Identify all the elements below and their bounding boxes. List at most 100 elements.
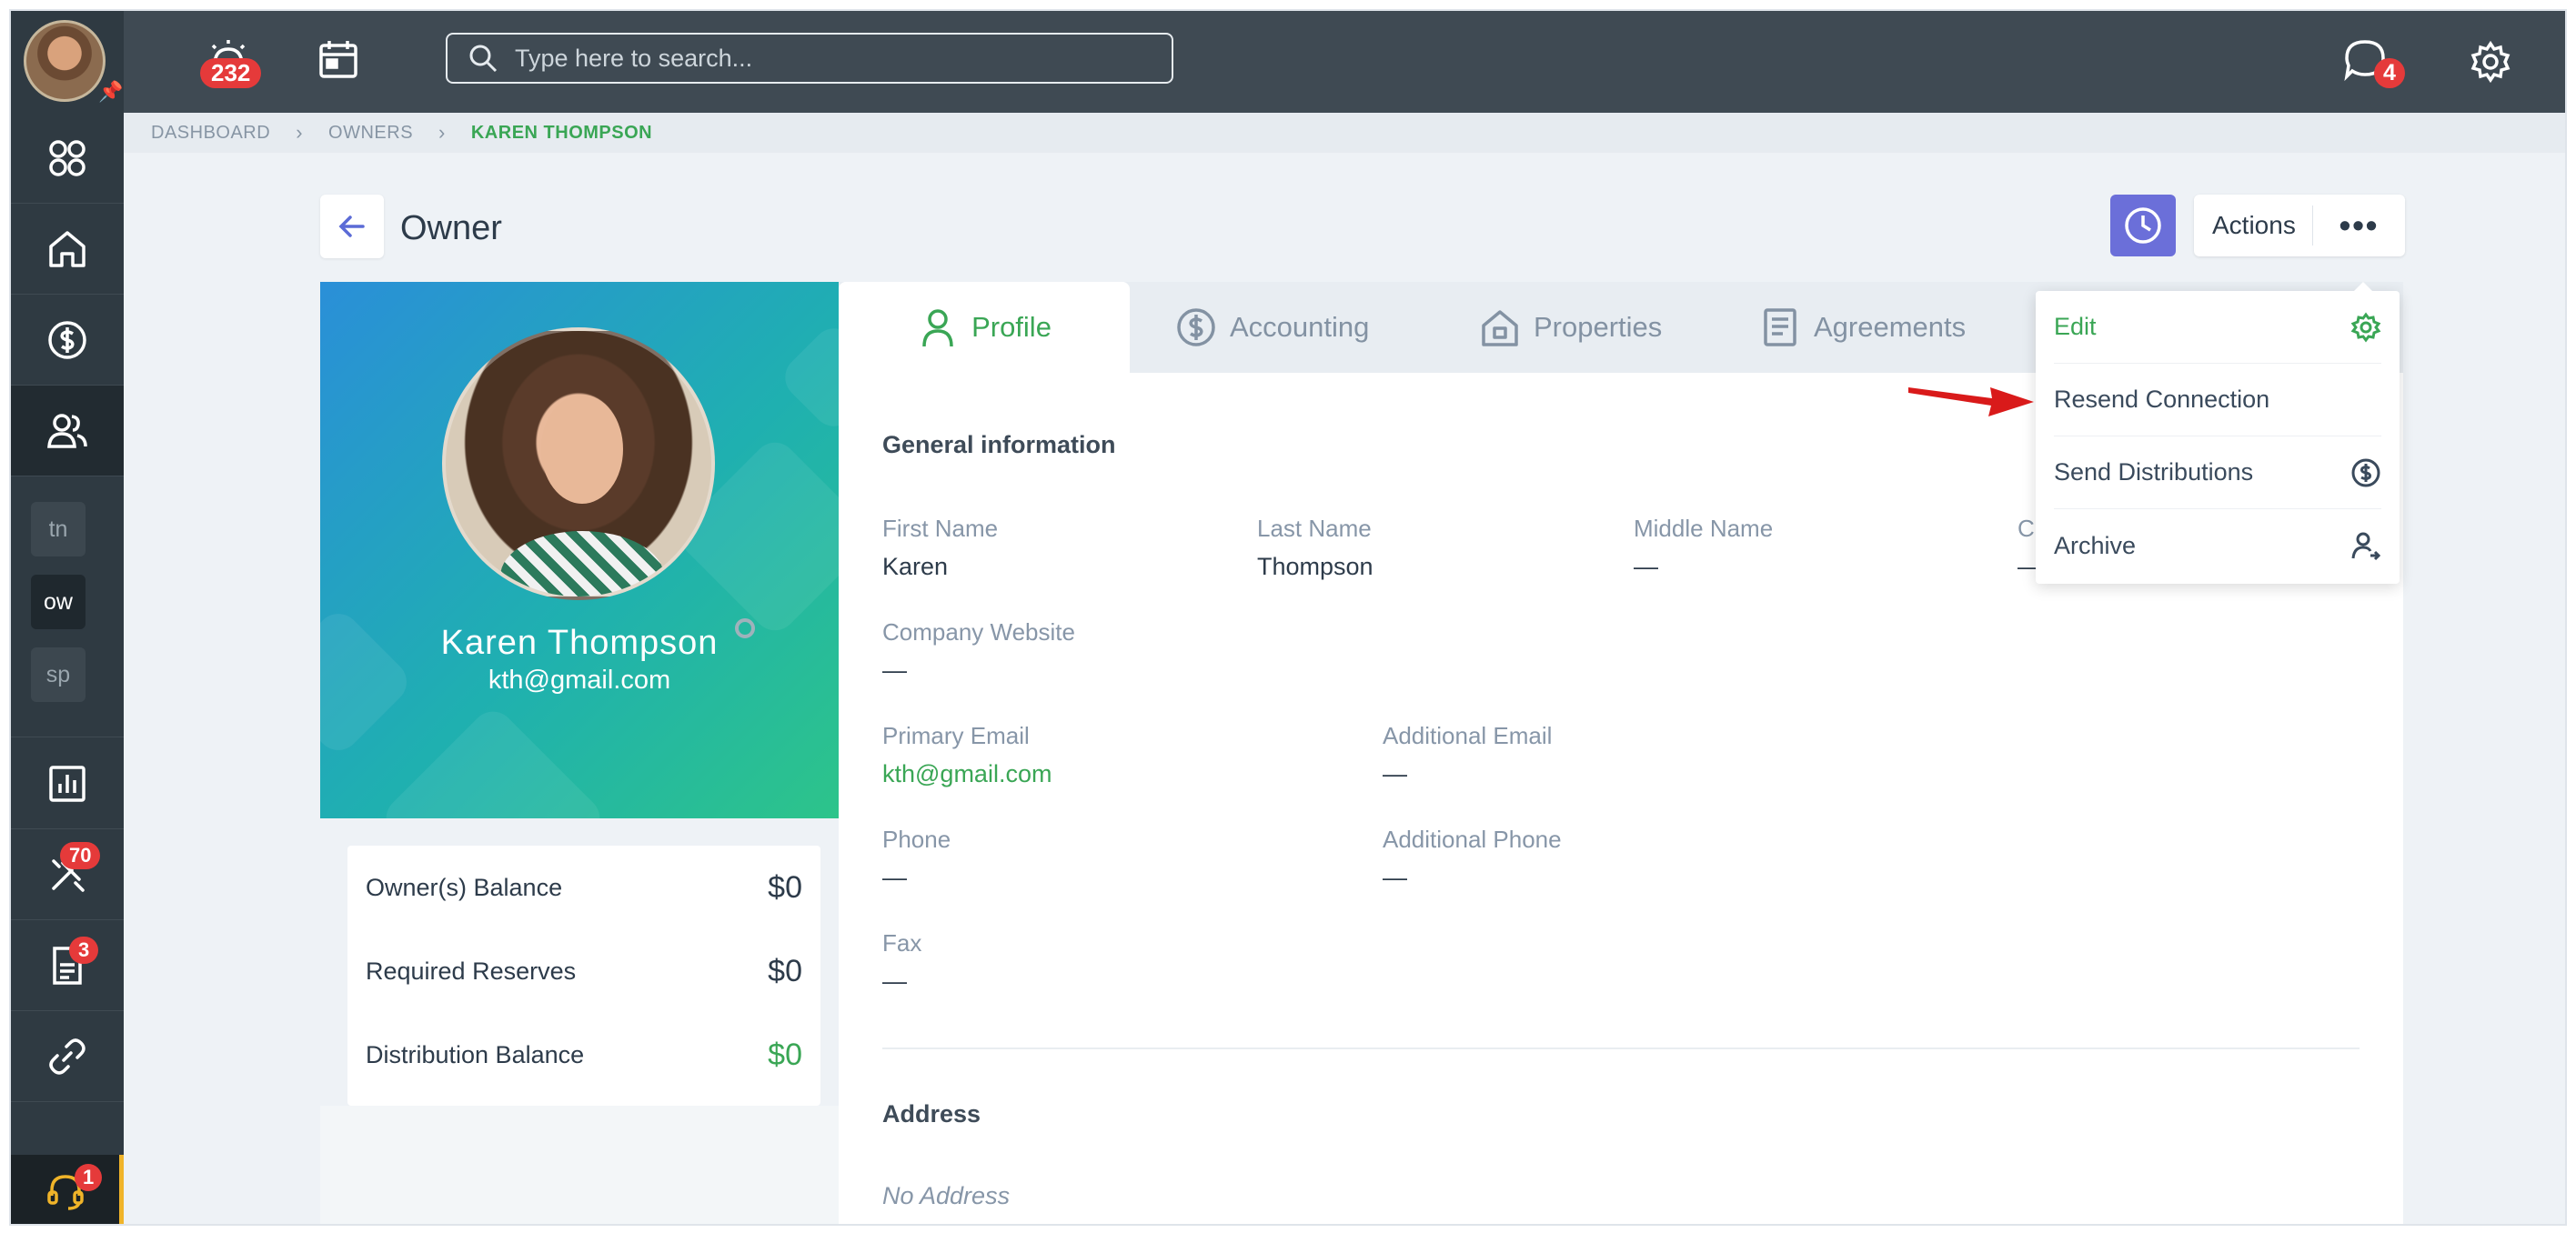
search-input[interactable]: Type here to search...: [446, 33, 1173, 84]
owners-balance-row: Owner(s) Balance $0: [366, 846, 802, 929]
phone-label: Phone: [882, 826, 951, 853]
tab-properties[interactable]: Properties: [1479, 282, 1662, 373]
last-name-label: Last Name: [1257, 515, 1372, 542]
menu-item-label: Edit: [2054, 313, 2097, 340]
decor-shape: [776, 319, 839, 436]
balance-label: Owner(s) Balance: [366, 873, 563, 901]
more-icon[interactable]: •••: [2313, 206, 2405, 245]
documents-badge: 3: [69, 937, 99, 964]
dollar-circle-icon: [1177, 308, 1215, 346]
left-column-bg: [320, 1106, 839, 1224]
company-website-value: —: [882, 657, 907, 684]
back-button[interactable]: [320, 195, 384, 258]
middle-name-label: Middle Name: [1634, 515, 1774, 542]
bar-chart-icon: [49, 765, 86, 802]
menu-item-resend-connection[interactable]: Resend Connection: [2054, 364, 2381, 436]
required-reserves-row: Required Reserves $0: [366, 929, 802, 1013]
primary-email-link[interactable]: kth@gmail.com: [882, 760, 1052, 788]
clock-icon: [2125, 207, 2161, 244]
history-button[interactable]: [2110, 195, 2176, 256]
page-title: Owner: [400, 209, 502, 247]
menu-item-label: Send Distributions: [2054, 458, 2254, 486]
chat-count-badge: 4: [2374, 58, 2405, 88]
app-window: 📌 tn ow sp 70 3 1 232 Type here to searc…: [9, 9, 2567, 1226]
tools-badge: 70: [60, 842, 101, 869]
additional-phone-value: —: [1383, 864, 1407, 891]
address-title: Address: [882, 1100, 981, 1128]
home-nav[interactable]: [11, 204, 124, 295]
menu-item-label: Archive: [2054, 531, 2137, 559]
balance-label: Distribution Balance: [366, 1040, 585, 1068]
breadcrumb-dashboard[interactable]: DASHBOARD: [151, 123, 270, 144]
company-website-label: Company Website: [882, 618, 1075, 646]
workspace-sp[interactable]: sp: [31, 647, 86, 702]
left-rail: 📌 tn ow sp 70 3 1: [11, 11, 124, 1224]
profile-email: kth@gmail.com: [488, 666, 671, 695]
tab-accounting[interactable]: Accounting: [1175, 282, 1369, 373]
reports-nav[interactable]: [11, 738, 124, 829]
decor-shape: [377, 702, 609, 818]
users-icon: [47, 413, 87, 448]
tab-label: Profile: [971, 311, 1052, 343]
link-icon: [49, 1038, 86, 1075]
support-button[interactable]: 1: [11, 1155, 124, 1224]
menu-item-send-distributions[interactable]: Send Distributions: [2054, 436, 2381, 509]
documents-nav[interactable]: 3: [11, 920, 124, 1011]
accounting-nav[interactable]: [11, 295, 124, 386]
profile-name: Karen Thompson: [440, 624, 719, 662]
fax-label: Fax: [882, 929, 922, 957]
additional-email-value: —: [1383, 760, 1407, 787]
menu-item-label: Resend Connection: [2054, 386, 2270, 413]
apps-grid-nav[interactable]: [11, 113, 124, 204]
photo-face: [541, 395, 623, 504]
chevron-right-icon: ›: [296, 121, 304, 144]
workspace-tn[interactable]: tn: [31, 502, 86, 556]
gear-icon: [2470, 40, 2511, 84]
balances-card: Owner(s) Balance $0 Required Reserves $0…: [347, 846, 820, 1106]
actions-button[interactable]: Actions •••: [2194, 195, 2405, 256]
profile-photo: [442, 327, 715, 600]
maintenance-nav[interactable]: 70: [11, 829, 124, 920]
chevron-right-icon: ›: [438, 121, 446, 144]
middle-name-value: —: [1634, 553, 1658, 580]
help-badge: 1: [75, 1164, 103, 1191]
dollar-circle-icon: [48, 320, 86, 359]
partial-field-label: C: [2018, 515, 2035, 542]
alarm-count-badge: 232: [200, 58, 262, 88]
arrow-left-icon: [338, 216, 365, 237]
tab-profile[interactable]: Profile: [839, 282, 1130, 373]
tab-agreements[interactable]: Agreements: [1759, 282, 1966, 373]
annotation-arrow-icon: [1908, 387, 2034, 416]
balance-value: $0: [768, 1037, 802, 1072]
top-bar: 232 Type here to search... 4: [124, 11, 2565, 113]
home-icon: [49, 230, 86, 267]
calendar-icon: [319, 41, 357, 78]
balance-value: $0: [768, 953, 802, 988]
gear-icon: [2350, 312, 2381, 342]
settings-button[interactable]: [2463, 35, 2518, 89]
last-name-value: Thompson: [1257, 553, 1374, 580]
connection-status-icon: [735, 618, 755, 638]
breadcrumb-current: KAREN THOMPSON: [470, 122, 653, 143]
distribution-balance-row: Distribution Balance $0: [366, 1013, 802, 1097]
pin-icon[interactable]: 📌: [98, 80, 123, 104]
dollar-circle-icon: [2351, 458, 2380, 486]
photo-shirt: [500, 531, 664, 596]
person-icon: [922, 309, 953, 347]
balance-value: $0: [768, 869, 802, 905]
menu-item-edit[interactable]: Edit: [2054, 291, 2381, 364]
additional-phone-label: Additional Phone: [1383, 826, 1562, 853]
actions-menu: Edit Resend Connection Send Distribution…: [2036, 282, 2400, 584]
user-avatar[interactable]: [24, 20, 106, 102]
menu-item-archive[interactable]: Archive: [2054, 509, 2381, 582]
house-icon: [1482, 310, 1518, 346]
workspace-ow[interactable]: ow: [31, 575, 86, 629]
first-name-label: First Name: [882, 515, 999, 542]
tab-label: Accounting: [1230, 311, 1370, 343]
user-archive-icon: [2351, 532, 2381, 561]
breadcrumb-owners[interactable]: OWNERS: [328, 123, 413, 144]
owners-nav[interactable]: [11, 386, 124, 476]
calendar-button[interactable]: [311, 35, 366, 85]
additional-email-label: Additional Email: [1383, 722, 1553, 749]
links-nav[interactable]: [11, 1011, 124, 1102]
